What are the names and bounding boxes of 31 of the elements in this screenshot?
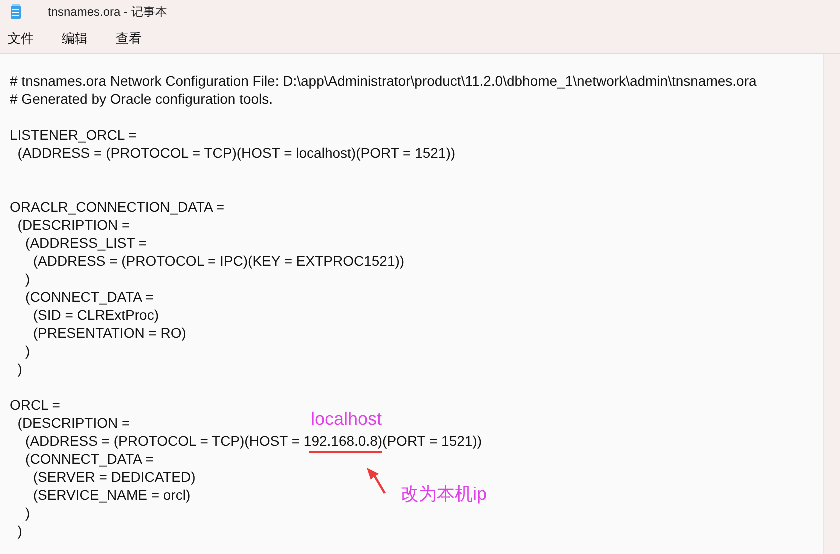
text-line: (DESCRIPTION =: [16, 216, 130, 234]
text-line: (SID = CLRExtProc): [32, 306, 159, 324]
text-line: ): [16, 360, 22, 378]
text-line: ): [16, 522, 22, 540]
text-line: (CONNECT_DATA =: [24, 450, 154, 468]
text-line: (SERVER = DEDICATED): [32, 468, 196, 486]
text-line: # tnsnames.ora Network Configuration File: D:\app\Administrator\product\11.2.0\dbhome_1\network\admin\tnsnames.ora: [10, 72, 757, 90]
window-title: tnsnames.ora - 记事本: [48, 4, 168, 21]
annotation-note: 改为本机ip: [401, 483, 488, 506]
notepad-icon: [10, 4, 22, 20]
text-line: (CONNECT_DATA =: [24, 288, 154, 306]
text-line: ): [24, 270, 30, 288]
menu-item[interactable]: 查看: [112, 26, 146, 50]
text-line: ): [24, 342, 30, 360]
text-line: (ADDRESS = (PROTOCOL = TCP)(HOST = localhost)(PORT = 1521)): [16, 144, 456, 162]
text-line: (DESCRIPTION =: [16, 414, 130, 432]
text-line: LISTENER_ORCL =: [10, 126, 137, 144]
menu-item[interactable]: 文件: [4, 26, 38, 50]
menu-item[interactable]: 编辑: [58, 26, 92, 50]
text-line: # Generated by Oracle configuration tools.: [10, 90, 274, 108]
text-line: (SERVICE_NAME = orcl): [32, 486, 191, 504]
text-line: ORCL =: [10, 396, 60, 414]
text-line: (ADDRESS = (PROTOCOL = IPC)(KEY = EXTPROC1521)): [32, 252, 405, 270]
text-line: (ADDRESS = (PROTOCOL = TCP)(HOST = 192.168.0.8)(PORT = 1521)): [24, 432, 482, 450]
text-line: ORACLR_CONNECTION_DATA =: [10, 198, 225, 216]
text-line: (ADDRESS_LIST =: [24, 234, 148, 252]
arrow-icon: [365, 466, 387, 496]
annotation-label: localhost: [311, 408, 382, 431]
text-line: (PRESENTATION = RO): [32, 324, 186, 342]
text-editor[interactable]: [0, 54, 824, 554]
text-line: ): [24, 504, 30, 522]
